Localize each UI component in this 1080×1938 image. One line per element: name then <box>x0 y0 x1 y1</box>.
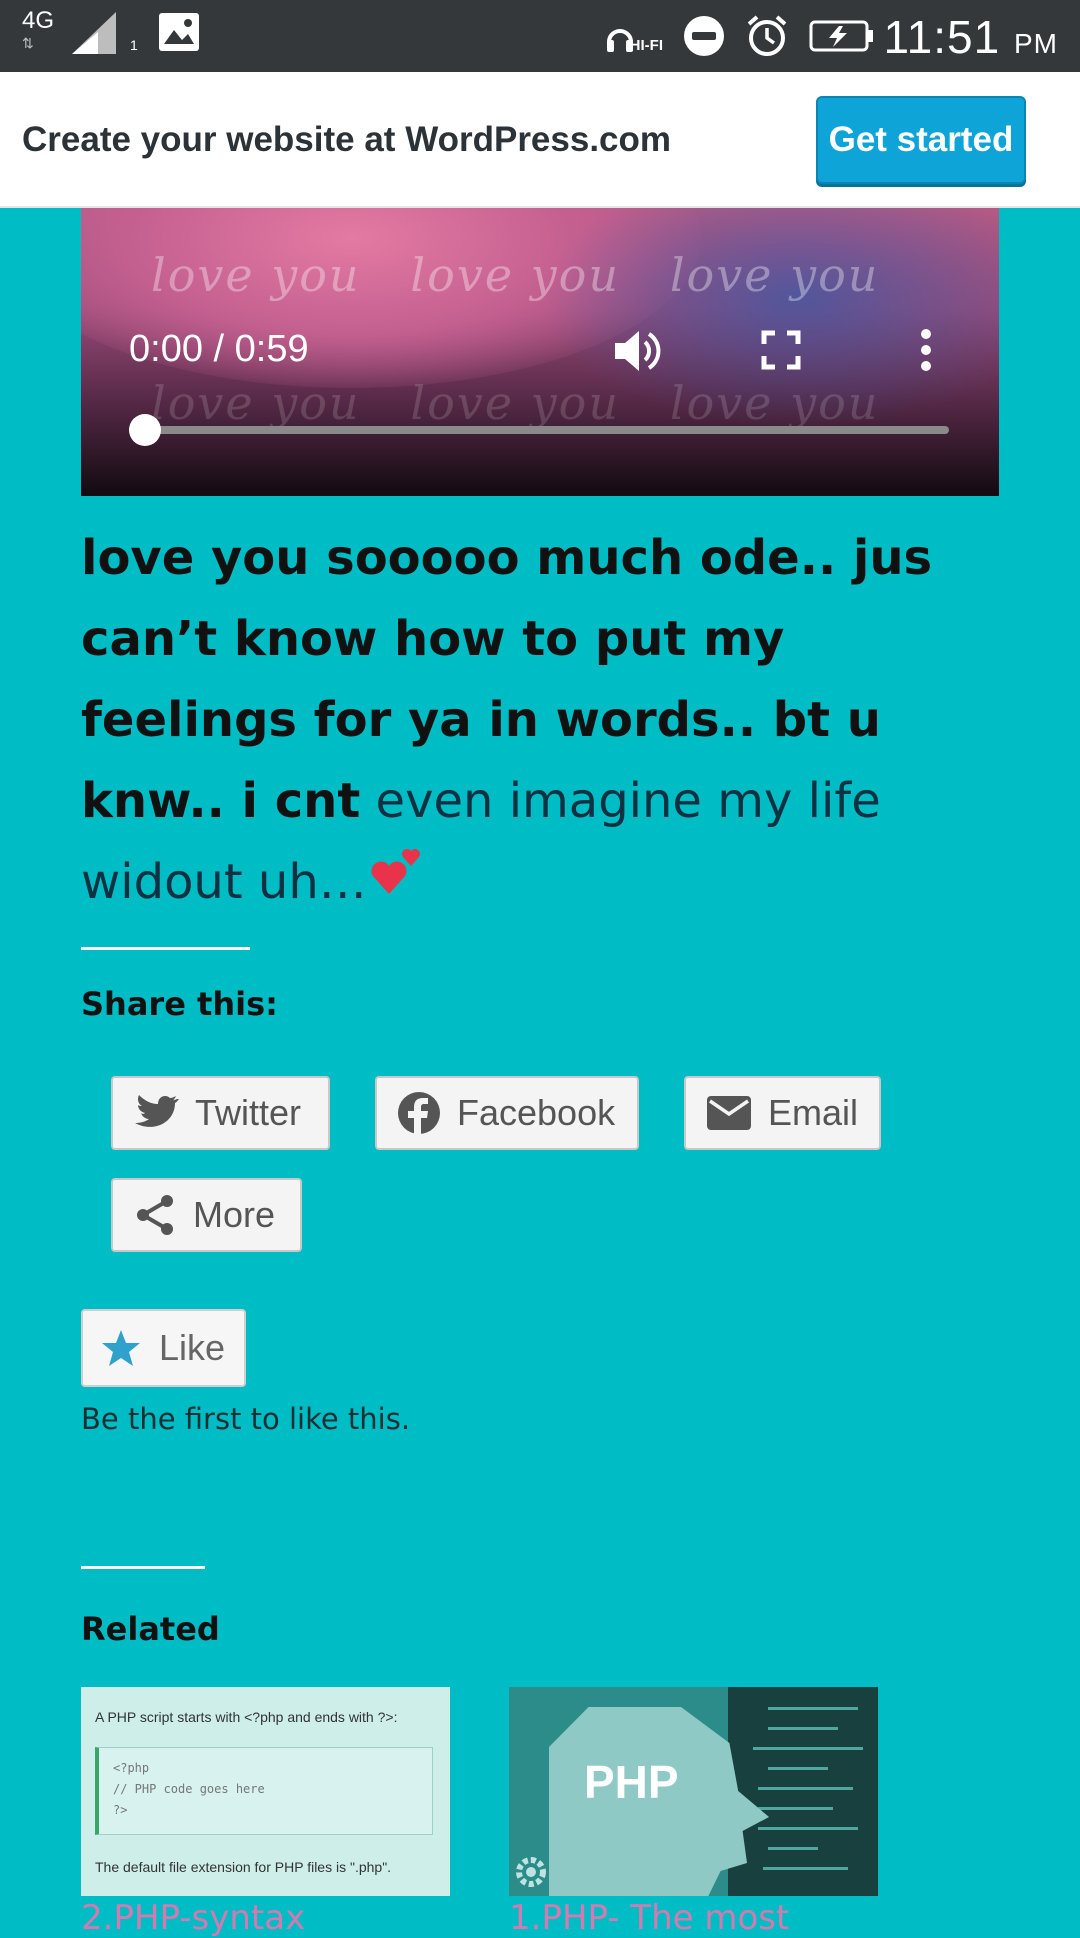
network-indicator: 4G ⇅ <box>22 7 55 52</box>
video-overlay-text: love you love you love you <box>151 248 880 302</box>
banner-text: Create your website at WordPress.com <box>22 120 672 159</box>
share-twitter-button[interactable]: Twitter <box>111 1076 330 1150</box>
share-icon <box>137 1195 173 1235</box>
facebook-icon <box>398 1092 440 1135</box>
status-icons: HI-FI <box>606 14 875 58</box>
thumb-caption-top: A PHP script starts with <?php and ends … <box>95 1709 398 1725</box>
video-player[interactable]: love you love you love you love you love… <box>81 208 999 496</box>
gear-icon <box>516 1857 546 1887</box>
thumb-caption-bottom: The default file extension for PHP files… <box>95 1859 392 1875</box>
star-icon <box>102 1330 140 1366</box>
share-facebook-button[interactable]: Facebook <box>375 1076 639 1150</box>
twitter-icon <box>135 1095 179 1127</box>
related-thumbnail-php-syntax[interactable]: A PHP script starts with <?php and ends … <box>81 1687 450 1896</box>
like-button[interactable]: Like <box>81 1309 246 1387</box>
video-progress-track[interactable] <box>129 426 949 434</box>
php-label: PHP <box>584 1756 679 1808</box>
post-body: love you sooooo much ode.. jus can’t kno… <box>81 518 1011 923</box>
wordpress-banner: Create your website at WordPress.com Get… <box>0 72 1080 208</box>
email-icon <box>707 1096 751 1130</box>
sim-index: 1 <box>130 37 138 53</box>
fullscreen-icon[interactable] <box>761 330 801 370</box>
alarm-icon <box>747 15 787 56</box>
share-heading: Share this: <box>81 985 278 1023</box>
status-time: 11:51 PM <box>883 11 1058 63</box>
related-link-1[interactable]: 2.PHP-syntax <box>81 1898 305 1938</box>
two-hearts-emoji <box>367 842 427 923</box>
video-overlay-text-faded: love you love you love you <box>151 376 880 430</box>
battery-charging-icon <box>809 20 873 52</box>
volume-icon[interactable] <box>611 326 665 376</box>
like-note: Be the first to like this. <box>81 1402 411 1436</box>
related-divider <box>81 1566 205 1569</box>
share-email-button[interactable]: Email <box>684 1076 881 1150</box>
facebook-label: Facebook <box>457 1092 616 1133</box>
related-heading: Related <box>81 1610 220 1648</box>
related-link-2[interactable]: 1.PHP- The most <box>509 1898 789 1938</box>
related-thumbnail-php-intro[interactable]: PHP <box>509 1687 878 1896</box>
do-not-disturb-icon <box>684 16 724 56</box>
like-label: Like <box>159 1327 226 1368</box>
twitter-label: Twitter <box>195 1092 302 1133</box>
headphones-hifi-icon: HI-FI <box>606 18 663 54</box>
video-progress-knob[interactable] <box>129 414 161 446</box>
share-divider <box>81 947 250 950</box>
status-bar: 4G ⇅ 1 HI-FI 11:51 PM <box>0 0 1080 72</box>
get-started-button[interactable]: Get started <box>816 96 1026 184</box>
status-left: 4G ⇅ 1 <box>22 7 200 54</box>
image-notification-icon <box>158 13 199 51</box>
email-label: Email <box>768 1092 859 1133</box>
signal-icon <box>72 12 117 54</box>
thumb-code-block: <?php // PHP code goes here ?> <box>95 1747 433 1835</box>
more-label: More <box>193 1194 276 1235</box>
share-more-button[interactable]: More <box>111 1178 302 1252</box>
video-time: 0:00 / 0:59 <box>129 328 309 370</box>
more-options-icon[interactable] <box>919 328 933 372</box>
